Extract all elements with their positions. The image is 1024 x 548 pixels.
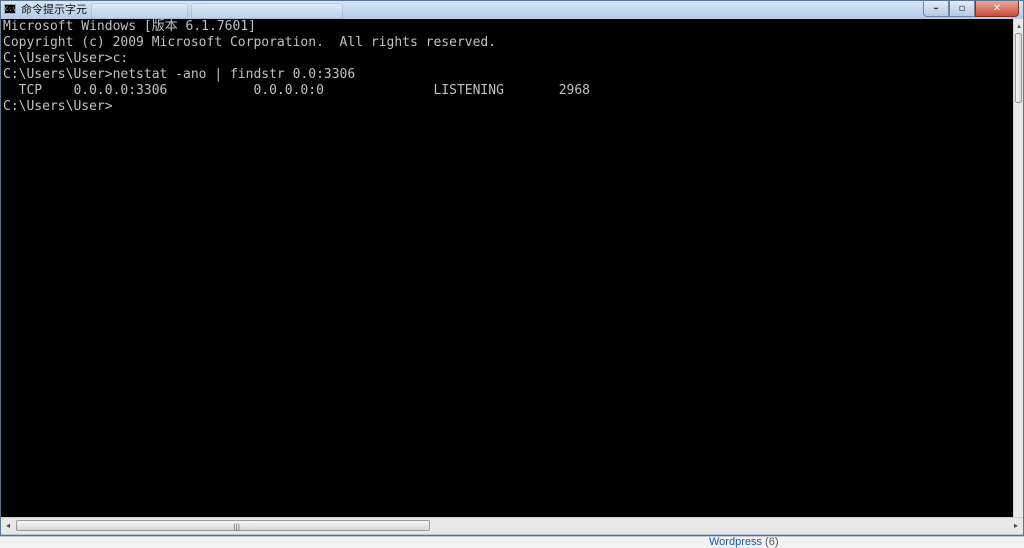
console-line: C:\Users\User>c: [3, 51, 129, 66]
maximize-button[interactable]: ▫ [949, 1, 975, 17]
background-browser-tabs [71, 1, 951, 19]
console-prompt-line: C:\Users\User> [3, 99, 113, 114]
scroll-grip-icon: ||| [233, 523, 241, 531]
wordpress-link-label: Wordpress [709, 536, 762, 548]
wordpress-link[interactable]: Wordpress (6) [709, 536, 779, 548]
horizontal-scroll-thumb[interactable]: ||| [16, 520, 430, 531]
cmd-window: C:\ 命令提示字元 – ▫ ✕ Microsoft Windows [版本 6… [0, 0, 1024, 536]
title-bar[interactable]: C:\ 命令提示字元 – ▫ ✕ [1, 1, 1023, 19]
vertical-scroll-thumb[interactable] [1015, 33, 1022, 103]
cmd-icon[interactable]: C:\ [4, 4, 16, 14]
console-output[interactable]: Microsoft Windows [版本 6.1.7601] Copyrigh… [1, 19, 1013, 517]
minimize-button[interactable]: – [923, 1, 949, 17]
wordpress-count: (6) [765, 536, 779, 548]
console-line: TCP 0.0.0.0:3306 0.0.0.0:0 LISTENING 296… [3, 83, 590, 98]
close-button[interactable]: ✕ [975, 1, 1019, 17]
console-line: Copyright (c) 2009 Microsoft Corporation… [3, 35, 497, 50]
window-title: 命令提示字元 [21, 3, 87, 16]
background-tab [91, 3, 188, 19]
horizontal-scrollbar[interactable]: ◂ ||| ▸ [1, 517, 1023, 534]
scroll-left-arrow-icon[interactable]: ◂ [1, 518, 15, 534]
scroll-right-arrow-icon[interactable]: ▸ [1009, 518, 1023, 534]
console-line: Microsoft Windows [版本 6.1.7601] [3, 19, 256, 34]
vertical-scrollbar[interactable]: ▴ [1013, 19, 1023, 517]
background-tab [191, 3, 343, 19]
scroll-up-arrow-icon[interactable]: ▴ [1014, 19, 1024, 33]
window-controls: – ▫ ✕ [923, 1, 1019, 17]
console-line: C:\Users\User>netstat -ano | findstr 0.0… [3, 67, 356, 82]
background-page-strip: Wordpress (6) [0, 536, 1024, 548]
